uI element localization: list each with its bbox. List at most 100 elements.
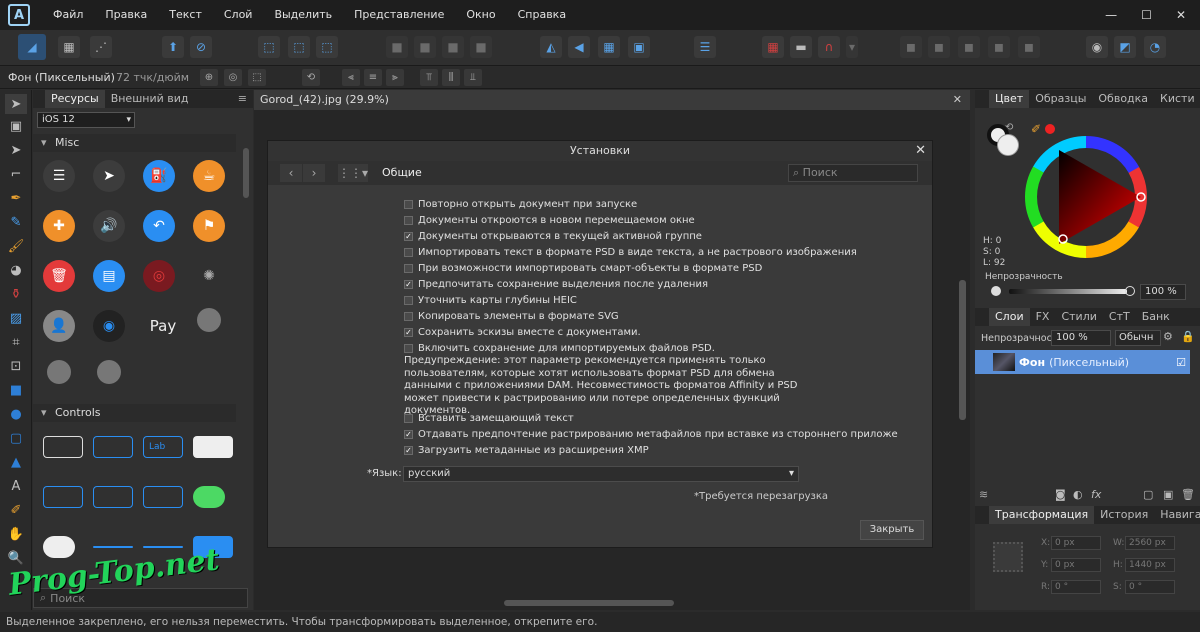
assets-category-select[interactable]: iOS 12 xyxy=(37,112,135,128)
align-middle-icon[interactable]: ⫼ xyxy=(442,69,460,86)
document-close-icon[interactable]: ✕ xyxy=(953,90,962,110)
w-field[interactable]: 2560 px xyxy=(1125,536,1175,550)
invert-selection-icon[interactable]: ⬚ xyxy=(316,36,338,58)
control-field-2[interactable] xyxy=(93,486,133,508)
option-row[interactable]: При возможности импортировать смарт-объе… xyxy=(404,261,762,275)
arrange-back-icon[interactable]: ■ xyxy=(386,36,408,58)
assets-scrollbar[interactable] xyxy=(243,148,249,198)
swap-colors-icon[interactable]: ⟲ xyxy=(1005,122,1013,133)
s-field[interactable]: 0 ° xyxy=(1125,580,1175,594)
opacity-handle[interactable] xyxy=(1125,286,1135,296)
boolean-intersect-icon[interactable]: ◼ xyxy=(958,36,980,58)
anchor-point-selector[interactable] xyxy=(993,542,1023,572)
apple-pay-asset-icon[interactable]: Pay xyxy=(141,310,185,342)
control-label-button[interactable]: Lab xyxy=(143,436,183,458)
photo-persona-icon[interactable]: ◢ xyxy=(18,34,46,60)
affinity-logo-icon[interactable]: A xyxy=(8,4,30,26)
mask-intersect-icon[interactable]: ◔ xyxy=(1144,36,1166,58)
close-button[interactable]: Закрыть xyxy=(860,520,924,540)
section-misc[interactable]: Misc xyxy=(33,134,236,152)
ellipse-tool-icon[interactable]: ● xyxy=(5,404,27,424)
tab-fx[interactable]: FX xyxy=(1030,308,1056,326)
option-row[interactable]: ✓ Отдавать предпочтение растрированию мет… xyxy=(404,427,898,441)
corner-tool-icon[interactable]: ⌐ xyxy=(5,164,27,184)
ipad-avatar-asset-icon[interactable] xyxy=(97,360,121,384)
option-row[interactable]: Документы откроются в новом перемещаемом… xyxy=(404,213,695,227)
layer-opacity-field[interactable]: 100 % xyxy=(1051,330,1111,346)
rotate-left-icon[interactable]: ▦ xyxy=(598,36,620,58)
reply-asset-icon[interactable]: ↶ xyxy=(143,210,175,242)
rounded-rectangle-tool-icon[interactable]: ▢ xyxy=(5,428,27,448)
maximize-button[interactable]: ☐ xyxy=(1141,8,1152,22)
control-toggle-off[interactable] xyxy=(43,536,75,558)
option-row[interactable]: ✓ Предпочитать сохранение выделения после… xyxy=(404,277,708,291)
blend-mode-select[interactable]: Обычн xyxy=(1115,330,1161,346)
tab-layers[interactable]: Слои xyxy=(989,308,1030,326)
y-field[interactable]: 0 px xyxy=(1051,558,1101,572)
back-chevron-icon[interactable]: ‹ xyxy=(280,164,302,182)
rotate-icon[interactable]: ⟲ xyxy=(302,69,320,86)
canvas-horizontal-scrollbar[interactable] xyxy=(504,600,674,606)
fuel-asset-icon[interactable]: ⛽ xyxy=(143,160,175,192)
align-right-icon[interactable]: ⫸ xyxy=(386,69,404,86)
option-row[interactable]: Повторно открыть документ при запуске xyxy=(404,197,637,211)
assistant-icon[interactable]: ⬆ xyxy=(162,36,184,58)
option-row[interactable]: ✓ Сохранить эскизы вместе с документами. xyxy=(404,325,641,339)
tab-history[interactable]: История xyxy=(1094,506,1154,524)
fingerprint-asset-icon[interactable]: ◎ xyxy=(143,260,175,292)
fx-icon[interactable]: fx xyxy=(1091,488,1101,501)
language-select[interactable]: русский xyxy=(403,466,799,482)
option-row[interactable]: Копировать элементы в формате SVG xyxy=(404,309,619,323)
transform-origin-icon[interactable]: ⊕ xyxy=(200,69,218,86)
pencil-tool-icon[interactable]: ✎ xyxy=(5,212,27,232)
checkbox-unchecked[interactable] xyxy=(404,311,413,321)
menu-edit[interactable]: Правка xyxy=(94,0,158,30)
coffee-asset-icon[interactable]: ☕ xyxy=(193,160,225,192)
fill-color-swatch[interactable] xyxy=(997,134,1019,156)
option-row[interactable]: Уточнить карты глубины HEIC xyxy=(404,293,577,307)
picked-color-swatch[interactable] xyxy=(1045,124,1055,134)
menu-view[interactable]: Представление xyxy=(343,0,455,30)
color-picker-tool-icon[interactable]: ◕ xyxy=(5,260,27,280)
align-center-icon[interactable]: ≡ xyxy=(364,69,382,86)
snap-guide-icon[interactable]: ▬ xyxy=(790,36,812,58)
boolean-add-icon[interactable]: ◼ xyxy=(900,36,922,58)
checkbox-checked[interactable]: ✓ xyxy=(404,327,413,337)
tab-assets[interactable]: Ресурсы xyxy=(45,90,105,108)
align-icon[interactable]: ☰ xyxy=(694,36,716,58)
layers-stack-icon[interactable]: ≋ xyxy=(979,488,988,501)
tab-transform[interactable]: Трансформация xyxy=(989,506,1095,524)
checkbox-checked[interactable]: ✓ xyxy=(404,445,413,455)
option-row[interactable]: ✓ Загрузить метаданные из расширения XMP xyxy=(404,443,649,457)
h-field[interactable]: 1440 px xyxy=(1125,558,1175,572)
option-row[interactable]: Вставить замещающий текст xyxy=(404,411,574,425)
adjustment-icon[interactable]: ◐ xyxy=(1073,488,1083,501)
group-icon[interactable]: ▣ xyxy=(1163,488,1173,501)
node-tool-icon[interactable]: ➤ xyxy=(5,140,27,160)
tab-stock[interactable]: Банк xyxy=(1136,308,1176,326)
option-row[interactable]: Включить сохранение для импортируемых фа… xyxy=(404,341,715,355)
tab-color[interactable]: Цвет xyxy=(989,90,1030,108)
checkbox-checked[interactable]: ✓ xyxy=(404,429,413,439)
checkbox-unchecked[interactable] xyxy=(404,263,413,273)
spinner-asset-icon[interactable]: ✺ xyxy=(193,260,225,292)
menu-file[interactable]: Файл xyxy=(42,0,94,30)
flag-asset-icon[interactable]: ⚑ xyxy=(193,210,225,242)
triangle-tool-icon[interactable]: ▲ xyxy=(5,452,27,472)
pixel-persona-icon[interactable]: ▦ xyxy=(58,36,80,58)
snap-options-chevron-icon[interactable]: ▾ xyxy=(846,36,858,58)
gear-icon[interactable]: ⚙ xyxy=(1163,330,1173,343)
align-bottom-icon[interactable]: ⫫ xyxy=(464,69,482,86)
hand-tool-icon[interactable]: ✋ xyxy=(5,524,27,544)
close-window-button[interactable]: ✕ xyxy=(1176,8,1186,22)
quick-mask-icon[interactable]: ◉ xyxy=(1086,36,1108,58)
arrange-front-icon[interactable]: ■ xyxy=(470,36,492,58)
trash-asset-icon[interactable]: 🗑 xyxy=(43,260,75,292)
grid-menu-icon[interactable]: ⋮⋮▾ xyxy=(338,164,368,182)
grid-icon[interactable]: ▦ xyxy=(762,36,784,58)
control-toggle[interactable] xyxy=(193,486,225,508)
control-button-blue-outline[interactable] xyxy=(93,436,133,458)
layer-row-background[interactable]: Фон (Пиксельный) ☑ xyxy=(975,350,1190,374)
restaurant-asset-icon[interactable]: ✚ xyxy=(43,210,75,242)
flip-vertical-icon[interactable]: ◀ xyxy=(568,36,590,58)
